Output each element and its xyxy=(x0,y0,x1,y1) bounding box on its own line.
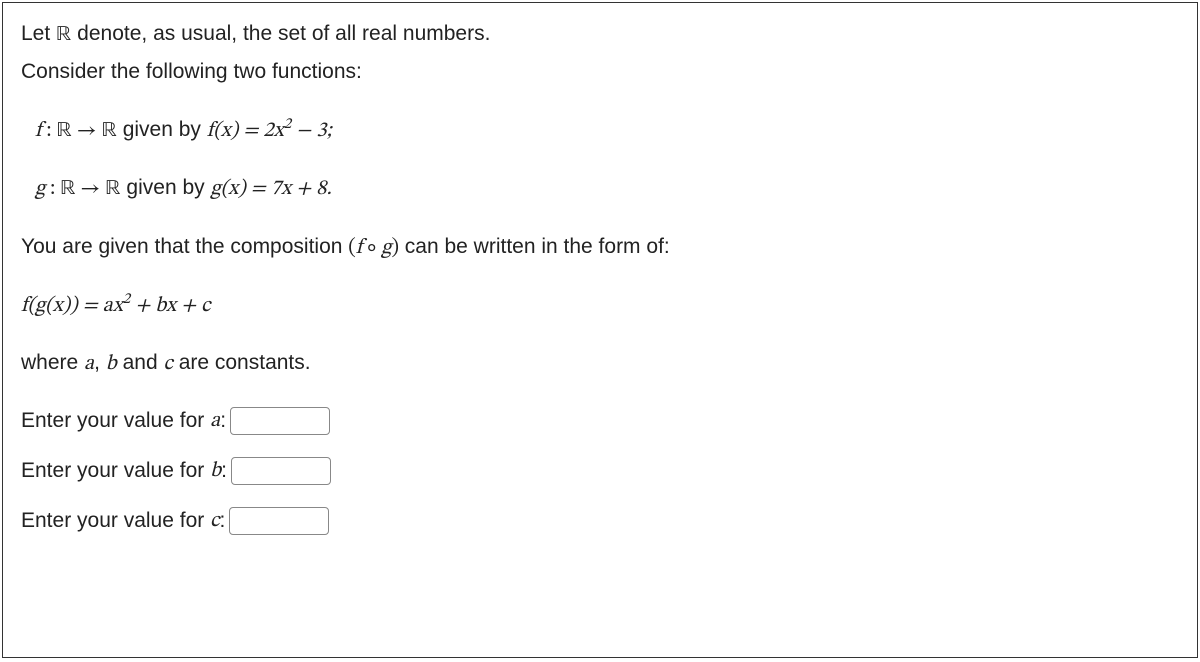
composition-form: f(g(x)) = ax2 + bx + c xyxy=(21,290,1179,320)
circ-icon: ∘ xyxy=(362,237,381,258)
real-symbol: ℝ xyxy=(102,120,117,141)
paren-open: ( xyxy=(348,237,356,258)
intro-text-post: denote, as usual, the set of all real nu… xyxy=(71,22,490,45)
colon: : xyxy=(45,178,60,199)
comp-text-pre: You are given that the composition xyxy=(21,235,348,258)
question-container: Let ℝ denote, as usual, the set of all r… xyxy=(2,2,1198,658)
input-a[interactable] xyxy=(230,407,330,435)
c-symbol: c xyxy=(163,353,172,374)
g-symbol: g xyxy=(381,237,391,258)
real-symbol: ℝ xyxy=(60,178,75,199)
where-text: where xyxy=(21,351,84,374)
g-expression: g(x) = 7x + 8. xyxy=(210,178,331,199)
prompt-a-pre: Enter your value for xyxy=(21,409,210,433)
a-symbol: a xyxy=(84,353,94,374)
constants-post: are constants. xyxy=(173,351,311,374)
input-c[interactable] xyxy=(229,507,329,535)
comp-text-post: can be written in the form of: xyxy=(399,235,670,258)
intro-text-pre: Let xyxy=(21,22,56,45)
g-symbol: g xyxy=(35,178,45,199)
function-g-definition: g : ℝ → ℝ given by g(x) = 7x + 8. xyxy=(35,173,1179,203)
f-expression-post: − 3; xyxy=(291,120,332,141)
a-symbol: a xyxy=(210,408,220,434)
input-b[interactable] xyxy=(231,457,331,485)
prompt-c-colon: : xyxy=(219,509,225,533)
input-row-b: Enter your value for b: xyxy=(21,457,1179,485)
prompt-a-colon: : xyxy=(220,409,226,433)
sep: , xyxy=(94,351,106,374)
and-text: and xyxy=(117,351,164,374)
prompt-b-colon: : xyxy=(221,459,227,483)
input-row-a: Enter your value for a: xyxy=(21,407,1179,435)
real-symbol: ℝ xyxy=(56,120,71,141)
composition-statement: You are given that the composition (f ∘ … xyxy=(21,232,1179,262)
function-f-definition: f : ℝ → ℝ given by f(x) = 2x2 − 3; xyxy=(35,115,1179,145)
given-by-text: given by xyxy=(117,118,207,141)
given-by-text: given by xyxy=(121,176,211,199)
f-expression-pre: f(x) = 2x xyxy=(207,120,284,141)
paren-close: ) xyxy=(391,237,399,258)
intro-line-2: Consider the following two functions: xyxy=(21,57,1179,86)
form-rhs: + bx + c xyxy=(130,295,210,316)
intro-line-1: Let ℝ denote, as usual, the set of all r… xyxy=(21,19,1179,49)
constants-statement: where a, b and c are constants. xyxy=(21,348,1179,378)
prompt-b-pre: Enter your value for xyxy=(21,459,210,483)
colon: : xyxy=(41,120,56,141)
input-row-c: Enter your value for c: xyxy=(21,507,1179,535)
prompt-c-pre: Enter your value for xyxy=(21,509,210,533)
b-symbol: b xyxy=(106,353,117,374)
arrow-icon: → xyxy=(76,178,106,199)
real-symbol: ℝ xyxy=(105,178,120,199)
arrow-icon: → xyxy=(72,120,102,141)
form-lhs: f(g(x)) = ax xyxy=(21,295,123,316)
c-symbol: c xyxy=(210,508,219,534)
real-symbol: ℝ xyxy=(56,24,71,45)
b-symbol: b xyxy=(210,458,221,484)
